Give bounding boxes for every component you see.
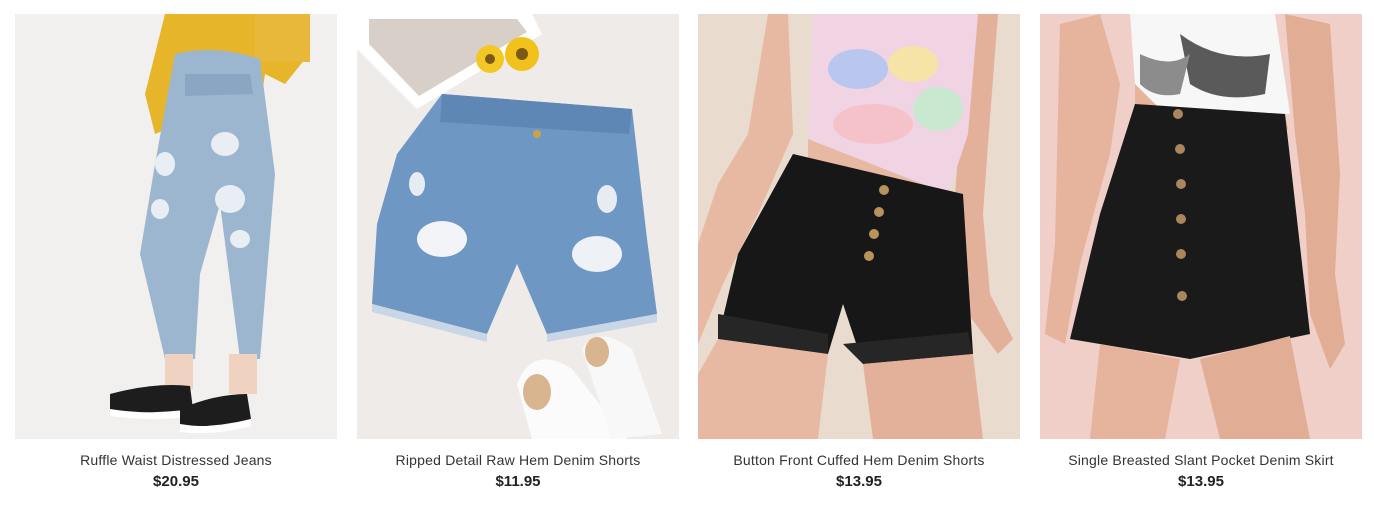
product-title[interactable]: Single Breasted Slant Pocket Denim Skirt <box>1040 452 1362 468</box>
product-price: $11.95 <box>495 473 541 490</box>
product-grid: Ruffle Waist Distressed Jeans $20.95 Rip… <box>0 0 1374 524</box>
product-price: $20.95 <box>153 473 199 490</box>
product-image[interactable] <box>357 14 679 439</box>
product-title[interactable]: Ruffle Waist Distressed Jeans <box>15 452 337 468</box>
product-image[interactable] <box>698 14 1020 439</box>
product-title[interactable]: Button Front Cuffed Hem Denim Shorts <box>698 452 1020 468</box>
product-card[interactable]: Single Breasted Slant Pocket Denim Skirt… <box>1040 14 1362 514</box>
product-image[interactable] <box>1040 14 1362 439</box>
product-title[interactable]: Ripped Detail Raw Hem Denim Shorts <box>357 452 679 468</box>
product-card[interactable]: Ripped Detail Raw Hem Denim Shorts $11.9… <box>357 14 679 514</box>
product-price: $13.95 <box>836 473 882 490</box>
product-price: $13.95 <box>1178 473 1224 490</box>
product-card[interactable]: Button Front Cuffed Hem Denim Shorts $13… <box>698 14 1020 514</box>
product-image[interactable] <box>15 14 337 439</box>
product-card[interactable]: Ruffle Waist Distressed Jeans $20.95 <box>15 14 337 514</box>
